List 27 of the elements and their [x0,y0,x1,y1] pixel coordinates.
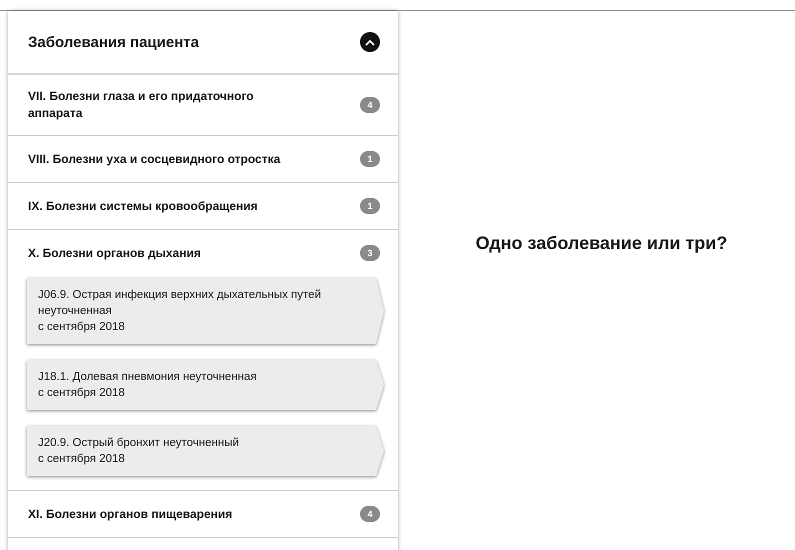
diagnosis-date: с сентября 2018 [38,320,126,335]
caption: Одно заболевание или три? [476,233,728,254]
diagnosis-date: с сентября 2018 [38,386,126,401]
diagnosis-date: с сентября 2018 [38,452,126,467]
category-label: X. Болезни органов дыхания [28,244,201,262]
collapse-button[interactable] [360,32,380,52]
category-label: VII. Болезни глаза и его придаточного аппарата [28,88,255,122]
count-badge: 1 [360,198,380,214]
category-row[interactable]: XI. Болезни органов пищеварения 4 [8,491,398,538]
category-row[interactable]: IX. Болезни системы кровообращения 1 [8,183,398,230]
category-row[interactable]: VIII. Болезни уха и сосцевидного отростка 1 [8,136,398,183]
category-row[interactable]: X. Болезни органов дыхания 3 [8,230,398,276]
count-badge: 3 [360,245,380,261]
category-row[interactable]: VII. Болезни глаза и его придаточного аппарата 4 [8,75,398,136]
caret-icon [365,38,375,46]
diagnosis-text: J20.9. Острый бронхит неуточненный [38,436,240,451]
category-label: XI. Болезни органов пищеварения [28,506,232,522]
category-label: VIII. Болезни уха и сосцевидного отростка [28,150,280,168]
diagnosis-card[interactable]: J06.9. Острая инфекция верхних дыхательных путей неуточненная с сентября 2018 [27,278,384,344]
count-badge: 4 [360,506,380,522]
category-label: IX. Болезни системы кровообращения [28,198,258,214]
diagnosis-text: J18.1. Долевая пневмония неуточненная [38,370,258,385]
diagnosis-card[interactable]: J18.1. Долевая пневмония неуточненная с сентября 2018 [27,360,384,410]
diagnosis-card[interactable]: J20.9. Острый бронхит неуточненный с сентября 2018 [27,426,384,476]
panel-title: Заболевания пациента [28,34,199,50]
count-badge: 4 [360,97,380,113]
count-badge: 1 [360,151,380,167]
